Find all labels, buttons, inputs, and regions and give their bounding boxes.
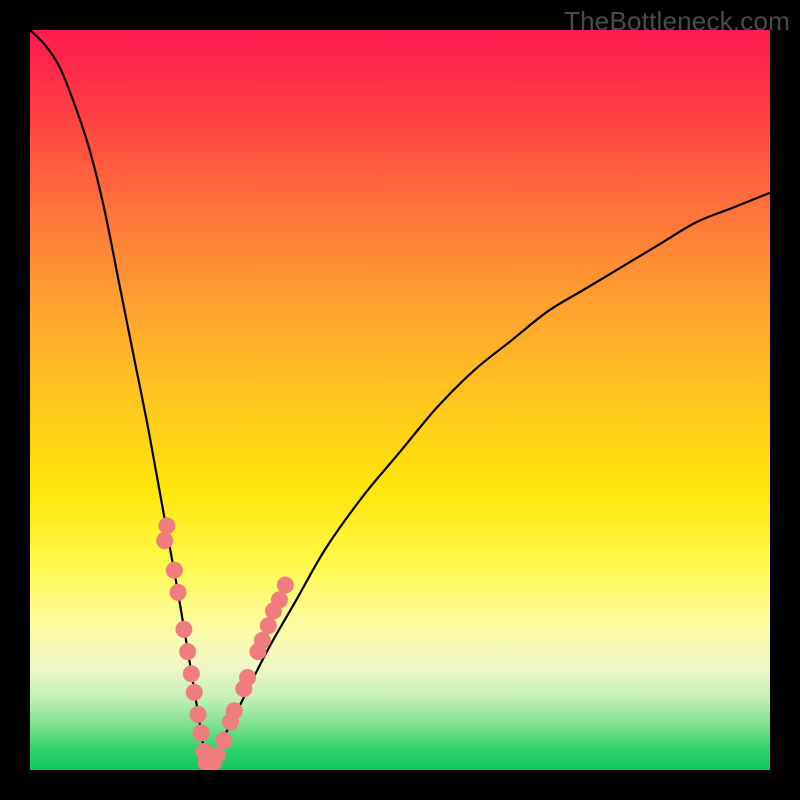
curve-layer <box>30 30 770 770</box>
bead-marker <box>179 643 196 660</box>
bead-marker <box>186 684 203 701</box>
bead-marker <box>254 632 271 649</box>
bead-marker <box>260 617 277 634</box>
bottleneck-curve <box>30 30 770 770</box>
watermark-text: TheBottleneck.com <box>564 6 790 37</box>
bead-marker <box>209 747 226 764</box>
chart-frame: TheBottleneck.com <box>0 0 800 800</box>
bead-marker <box>156 532 173 549</box>
bead-marker <box>277 577 294 594</box>
bead-marker <box>175 621 192 638</box>
bead-marker <box>271 591 288 608</box>
bead-marker <box>192 725 209 742</box>
bead-marker <box>166 562 183 579</box>
bead-marker <box>170 584 187 601</box>
bead-marker <box>183 665 200 682</box>
plot-area <box>30 30 770 770</box>
bead-marker <box>226 702 243 719</box>
bead-cluster <box>156 517 294 770</box>
bead-marker <box>215 732 232 749</box>
bead-marker <box>158 517 175 534</box>
bead-marker <box>239 669 256 686</box>
bead-marker <box>189 706 206 723</box>
